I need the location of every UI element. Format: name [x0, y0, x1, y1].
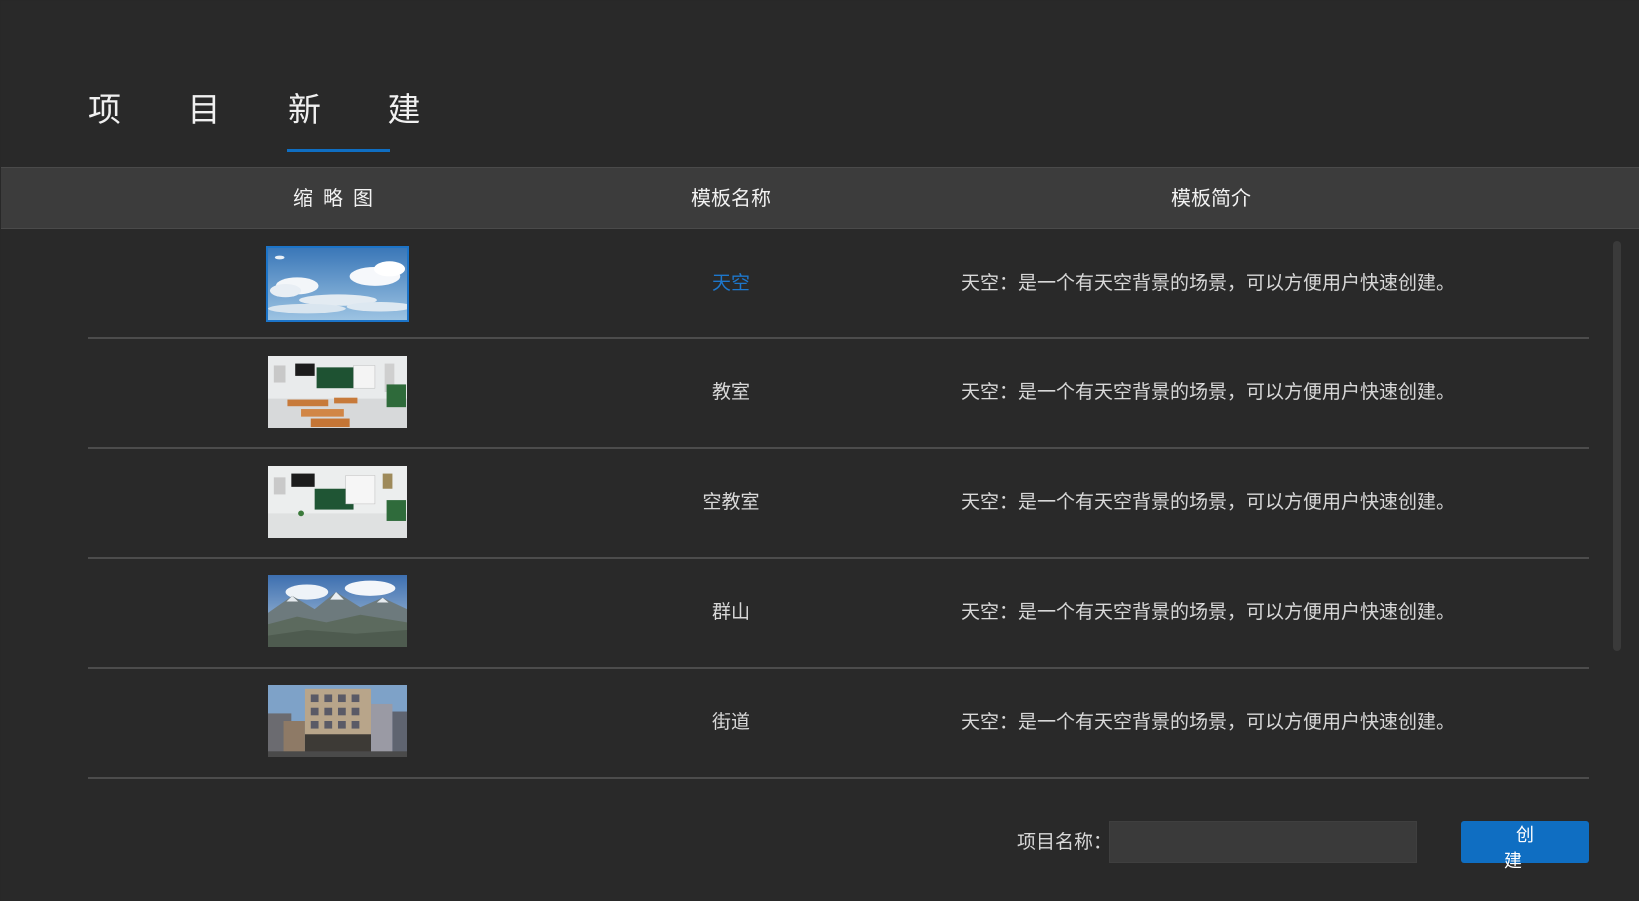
mountains-image	[268, 575, 407, 647]
template-name: 教室	[711, 381, 750, 403]
app-window: 项 目 新 建 缩略图 模板名称 模板简介 天空 天空：是一个有天空背景的场景，…	[1, 1, 1639, 901]
thumbnail-classroom[interactable]	[266, 354, 409, 430]
template-description: 天空：是一个有天空背景的场景，可以方便用户快速创建。	[960, 491, 1455, 513]
thumbnail-empty-classroom[interactable]	[266, 464, 409, 540]
classroom-image	[268, 356, 407, 428]
template-row-mountains[interactable]: 群山 天空：是一个有天空背景的场景，可以方便用户快速创建。	[88, 559, 1589, 669]
template-row-classroom[interactable]: 教室 天空：是一个有天空背景的场景，可以方便用户快速创建。	[88, 339, 1589, 449]
template-row-empty-classroom[interactable]: 空教室 天空：是一个有天空背景的场景，可以方便用户快速创建。	[88, 449, 1589, 559]
thumbnail-sky[interactable]	[266, 246, 409, 322]
sky-image	[268, 248, 407, 320]
template-row-sky[interactable]: 天空 天空：是一个有天空背景的场景，可以方便用户快速创建。	[88, 229, 1589, 339]
template-name: 天空	[711, 272, 750, 294]
column-header-thumbnail: 缩略图	[293, 186, 383, 210]
template-name: 群山	[711, 601, 750, 623]
template-name: 空教室	[702, 491, 760, 513]
template-description: 天空：是一个有天空背景的场景，可以方便用户快速创建。	[960, 601, 1455, 623]
project-name-label: 项目名称：	[1017, 831, 1113, 853]
tab-projects[interactable]: 项 目	[88, 87, 249, 133]
thumbnail-mountains[interactable]	[266, 573, 409, 649]
tab-bar: 项 目 新 建	[1, 1, 1639, 161]
thumbnail-street[interactable]	[266, 683, 409, 759]
template-description: 天空：是一个有天空背景的场景，可以方便用户快速创建。	[960, 711, 1455, 733]
list-scrollbar[interactable]	[1613, 241, 1621, 651]
street-image	[268, 685, 407, 757]
column-header-name: 模板名称	[691, 186, 771, 210]
table-header: 缩略图 模板名称 模板简介	[1, 167, 1639, 229]
empty-classroom-image	[268, 466, 407, 538]
template-description: 天空：是一个有天空背景的场景，可以方便用户快速创建。	[960, 381, 1455, 403]
active-tab-indicator	[287, 149, 390, 152]
template-list: 天空 天空：是一个有天空背景的场景，可以方便用户快速创建。 教室 天空：是一个有…	[88, 229, 1589, 781]
column-header-description: 模板简介	[1171, 186, 1251, 210]
template-name: 街道	[711, 711, 750, 733]
create-button[interactable]: 创 建	[1461, 821, 1589, 872]
project-name-input[interactable]	[1109, 821, 1417, 863]
template-description: 天空：是一个有天空背景的场景，可以方便用户快速创建。	[960, 272, 1455, 294]
tab-new[interactable]: 新 建	[288, 87, 449, 133]
template-row-street[interactable]: 街道 天空：是一个有天空背景的场景，可以方便用户快速创建。	[88, 669, 1589, 779]
